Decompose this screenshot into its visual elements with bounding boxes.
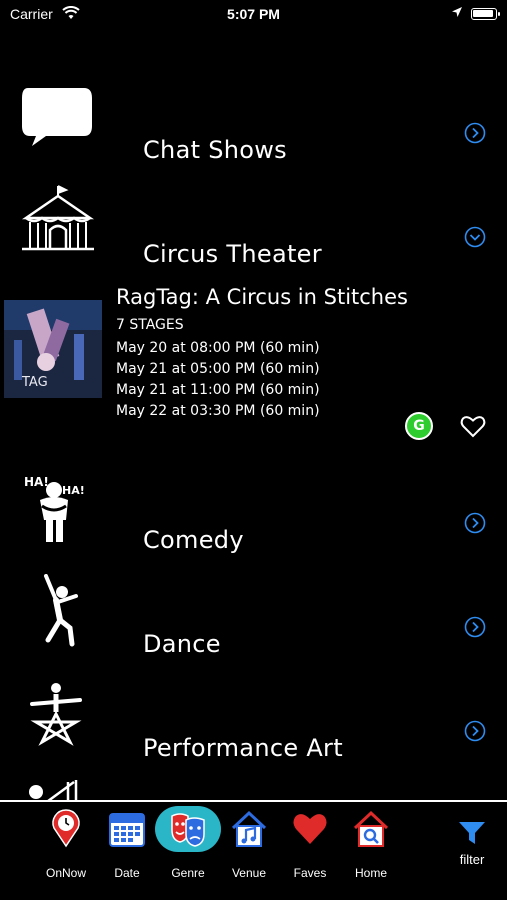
tab-bar: OnNow Date Genre Venue Faves Home — [0, 800, 507, 900]
home-search-icon — [353, 810, 389, 847]
comedy-laughing-icon: HA! HA! — [24, 475, 85, 542]
genre-label: Comedy — [143, 526, 244, 554]
filter-button[interactable]: filter — [450, 820, 494, 867]
genre-row-chat-shows[interactable]: Chat Shows — [0, 70, 507, 170]
tab-date[interactable]: Date — [99, 808, 155, 880]
event-thumbnail[interactable]: TAG — [4, 300, 102, 398]
genre-list[interactable]: Chat Shows Circus Theater TAG RagTag: A … — [0, 40, 507, 800]
event-times: May 20 at 08:00 PM (60 min) May 21 at 05… — [116, 338, 320, 422]
battery-icon — [471, 8, 500, 20]
genre-label: Dance — [143, 630, 221, 658]
genre-label: Circus Theater — [143, 240, 322, 268]
tab-label: Date — [114, 866, 140, 880]
tab-label: Genre — [171, 866, 205, 880]
chevron-right-icon[interactable] — [464, 122, 486, 144]
tab-label: Home — [354, 866, 387, 880]
event-title: RagTag: A Circus in Stitches — [116, 285, 408, 309]
chevron-right-icon[interactable] — [464, 512, 486, 534]
location-arrow-icon — [452, 7, 462, 17]
rating-badge: G — [405, 412, 433, 440]
svg-text:HA!: HA! — [24, 475, 49, 489]
tab-label: Faves — [293, 866, 327, 880]
puppeteer-icon — [29, 780, 78, 800]
theater-masks-icon — [171, 813, 205, 847]
heart-icon — [293, 814, 327, 844]
tab-home[interactable]: Home — [343, 808, 399, 880]
svg-text:TAG: TAG — [21, 375, 48, 390]
performance-art-icon — [30, 683, 82, 746]
tab-onnow[interactable]: OnNow — [38, 808, 94, 880]
filter-label: filter — [459, 852, 485, 867]
genre-row-performance-art[interactable]: Performance Art — [0, 668, 507, 768]
calendar-icon — [109, 813, 145, 847]
tab-venue[interactable]: Venue — [221, 808, 277, 880]
chevron-down-icon[interactable] — [464, 226, 486, 248]
tab-faves[interactable]: Faves — [282, 808, 338, 880]
funnel-icon — [459, 822, 485, 844]
map-pin-clock-icon — [52, 809, 80, 848]
heart-icon[interactable] — [459, 412, 487, 440]
circus-tent-icon — [21, 185, 95, 251]
genre-row-dance[interactable]: Dance — [0, 564, 507, 664]
chevron-right-icon[interactable] — [464, 720, 486, 742]
status-time: 5:07 PM — [227, 6, 280, 22]
genre-row-partial[interactable] — [0, 766, 507, 800]
tab-genre[interactable]: Genre — [155, 806, 221, 880]
music-house-icon — [231, 810, 267, 847]
tab-label: Venue — [231, 866, 267, 880]
tab-label: OnNow — [45, 866, 86, 880]
speech-bubble-icon — [22, 88, 92, 146]
event-venue: 7 STAGES — [116, 317, 184, 333]
chevron-right-icon[interactable] — [464, 616, 486, 638]
genre-row-circus-theater[interactable]: Circus Theater — [0, 174, 507, 274]
svg-text:HA!: HA! — [62, 484, 85, 497]
event-time: May 22 at 03:30 PM (60 min) — [116, 403, 320, 419]
genre-row-comedy[interactable]: HA! HA! Comedy — [0, 460, 507, 560]
dancer-icon — [44, 574, 78, 647]
genre-label: Chat Shows — [143, 136, 287, 164]
status-bar: Carrier 5:07 PM — [0, 0, 507, 30]
event-time: May 21 at 05:00 PM (60 min) — [116, 361, 320, 377]
event-time: May 20 at 08:00 PM (60 min) — [116, 340, 320, 356]
event-row[interactable]: TAG RagTag: A Circus in Stitches 7 STAGE… — [0, 282, 507, 444]
event-time: May 21 at 11:00 PM (60 min) — [116, 382, 320, 398]
genre-label: Performance Art — [143, 734, 343, 762]
